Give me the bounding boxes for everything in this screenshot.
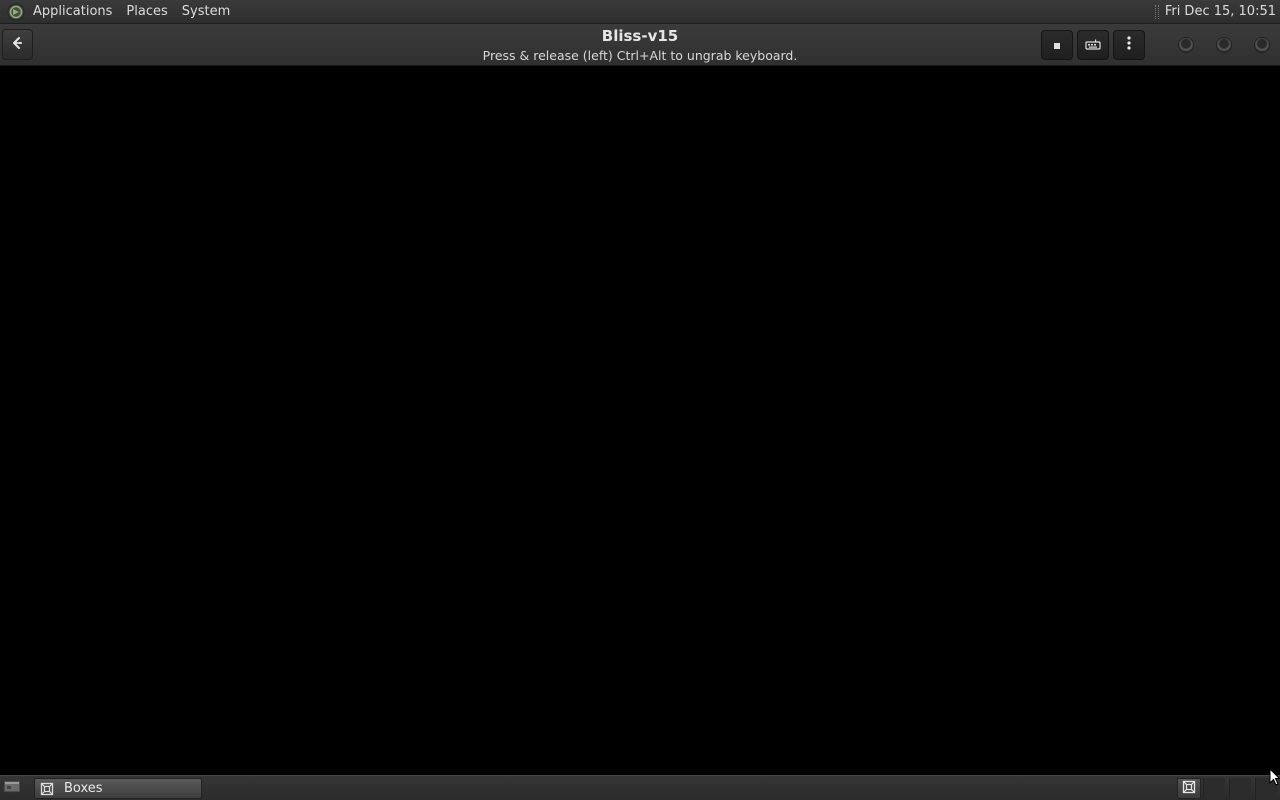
taskbar-button-boxes[interactable]: Boxes [34, 778, 202, 799]
system-menu[interactable]: System [182, 0, 230, 24]
boxes-app-icon [39, 781, 55, 797]
window-subtitle: Press & release (left) Ctrl+Alt to ungra… [482, 48, 798, 63]
bottom-panel: Boxes [0, 775, 1280, 800]
places-menu[interactable]: Places [126, 0, 167, 24]
keyboard-button[interactable] [1077, 30, 1109, 60]
menu-button[interactable] [1113, 30, 1145, 60]
close-button[interactable] [1254, 37, 1270, 53]
maximize-button[interactable] [1216, 37, 1232, 53]
stop-square-icon [1052, 36, 1062, 55]
minimize-button[interactable] [1178, 37, 1194, 53]
clock[interactable]: Fri Dec 15, 10:51 [1165, 4, 1276, 19]
workspace-3[interactable] [1229, 778, 1251, 799]
title-block: Bliss-v15 Press & release (left) Ctrl+Al… [340, 26, 940, 65]
keyboard-icon [1085, 36, 1101, 55]
panel-drag-handle[interactable] [1154, 4, 1159, 19]
taskbar-label: Boxes [64, 781, 103, 796]
boxes-headerbar: Bliss-v15 Press & release (left) Ctrl+Al… [0, 24, 1280, 66]
mouse-pointer-icon [1269, 767, 1280, 786]
applications-menu[interactable]: Applications [33, 0, 112, 24]
back-arrow-icon [10, 35, 26, 55]
workspace-2[interactable] [1203, 778, 1225, 799]
back-button[interactable] [2, 29, 33, 60]
vm-display[interactable] [0, 67, 1280, 775]
show-desktop-icon [3, 778, 21, 798]
top-panel: Applications Places System Fri Dec 15, 1… [0, 0, 1280, 24]
boxes-tray-icon [1182, 779, 1196, 798]
window-title: Bliss-v15 [601, 27, 679, 45]
mate-logo-icon[interactable] [7, 3, 25, 21]
send-key-button[interactable] [1041, 30, 1073, 60]
vertical-dots-icon [1126, 35, 1132, 55]
show-desktop-button[interactable] [2, 779, 22, 797]
workspace-switcher-active[interactable] [1177, 778, 1201, 799]
